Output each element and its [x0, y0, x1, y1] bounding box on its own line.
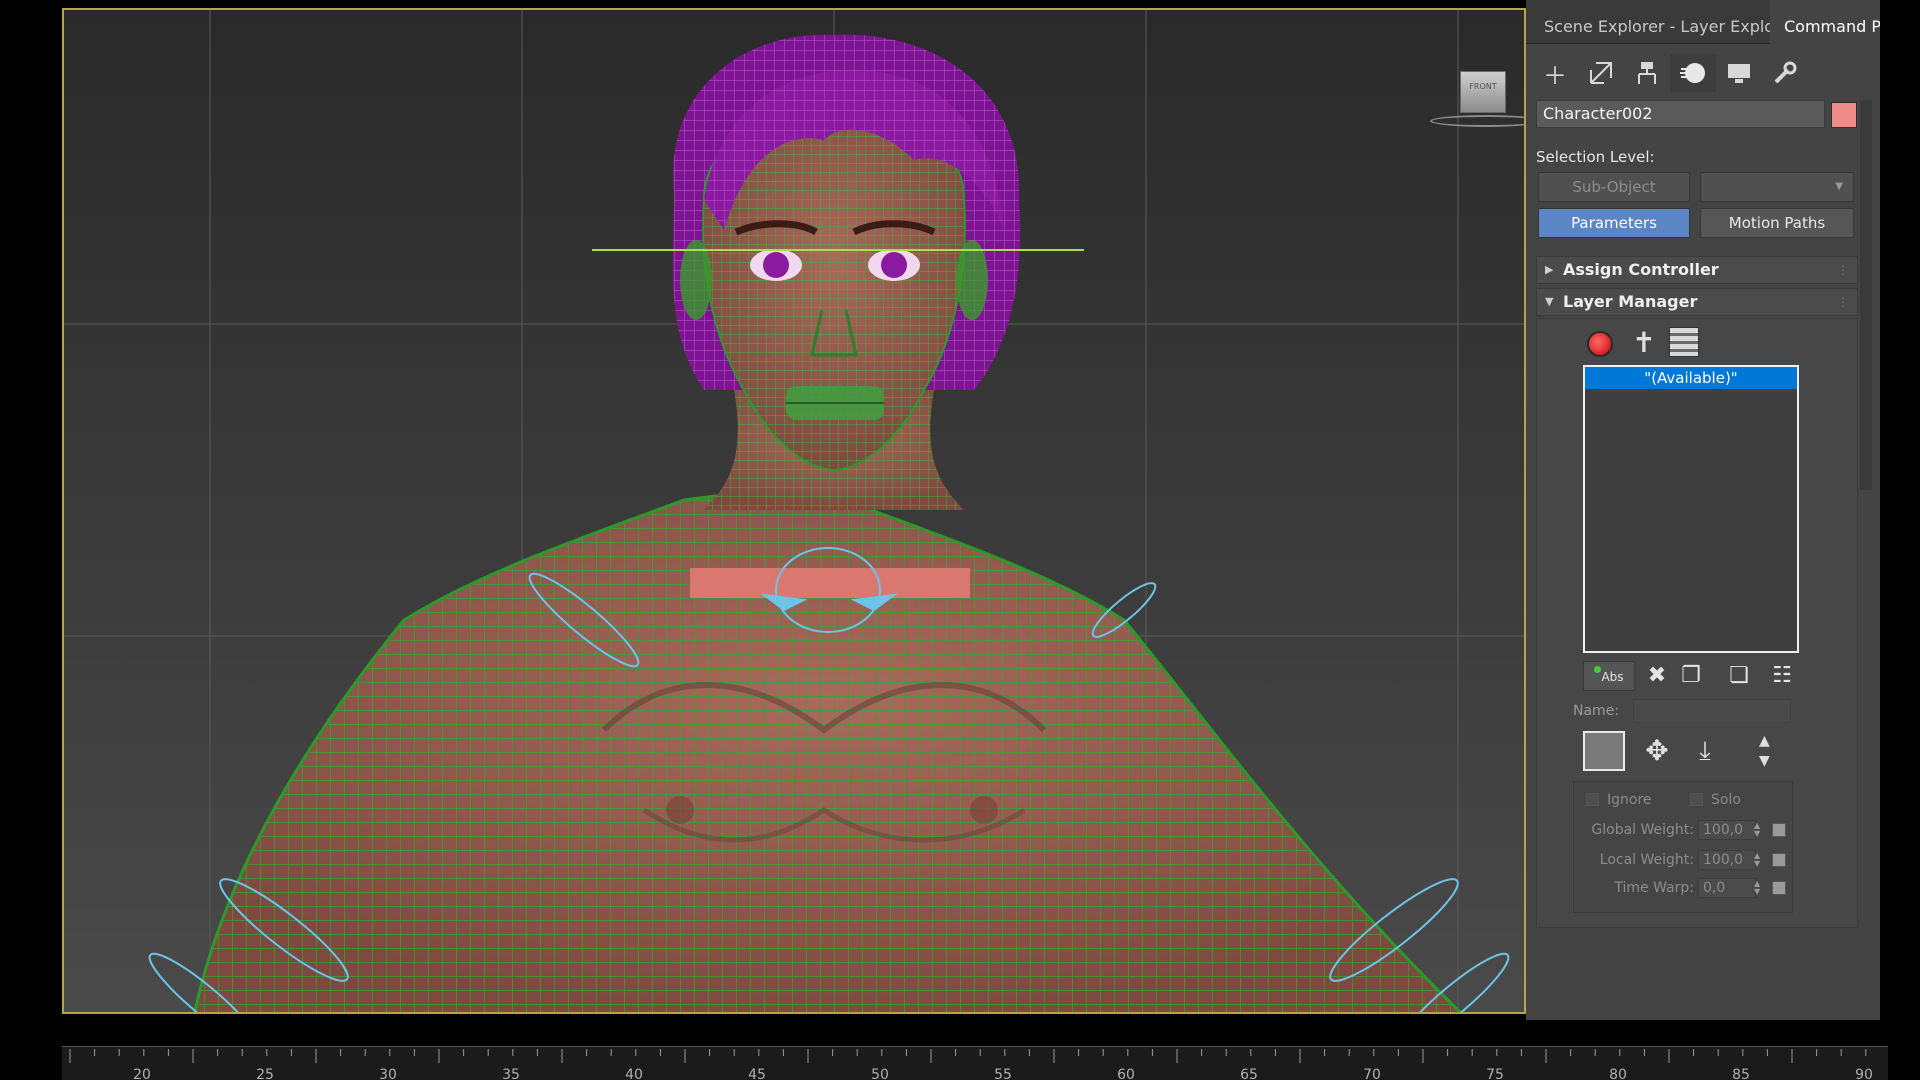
spinner-arrows-icon[interactable]: ▲ ▼	[1754, 852, 1760, 868]
ignore-checkbox[interactable]: Ignore	[1586, 792, 1652, 808]
timeline-ruler[interactable]: 20 25 30 35 40 45 50 55 60 65 70 75 80 85 90	[62, 1046, 1888, 1080]
spinner-arrows-icon[interactable]: ▲ ▼	[1754, 880, 1760, 896]
move-layer-icon[interactable]: ✥	[1639, 733, 1675, 769]
local-weight-spinner[interactable]: 100,0	[1698, 850, 1756, 870]
add-layer-abs-button[interactable]: Abs	[1583, 661, 1635, 691]
motion-paths-button[interactable]: Motion Paths	[1700, 208, 1854, 238]
utilities-icon[interactable]	[1762, 54, 1808, 92]
parameters-button[interactable]: Parameters	[1538, 208, 1690, 238]
command-panel: Scene Explorer - Layer Explorer Command …	[1526, 0, 1880, 1020]
timeline-tick-label: 40	[625, 1067, 643, 1080]
timeline-tick-label: 35	[502, 1067, 520, 1080]
save-layer-icon[interactable]: ⤓	[1687, 733, 1723, 769]
timeline-tick-label: 45	[748, 1067, 766, 1080]
front-viewport[interactable]: FRONT	[62, 8, 1526, 1014]
sub-object-button[interactable]: Sub-Object	[1538, 172, 1690, 202]
rollout-title: Assign Controller	[1563, 260, 1719, 279]
timeline-tick-label: 50	[871, 1067, 889, 1080]
move-down-arrow-icon[interactable]: ▼	[1759, 753, 1770, 769]
global-weight-spinner[interactable]: 100,0	[1698, 820, 1756, 840]
abs-label: Abs	[1601, 670, 1624, 684]
tab-command-panel[interactable]: Command Par	[1770, 0, 1880, 44]
modify-icon[interactable]	[1578, 54, 1624, 92]
character-mesh-render	[64, 10, 1524, 1012]
panel-tab-bar: Scene Explorer - Layer Explorer Command …	[1526, 0, 1880, 44]
collapse-layer-icon[interactable]: ☷	[1765, 661, 1799, 691]
enable-layers-record-icon[interactable]	[1583, 327, 1617, 361]
global-weight-label: Global Weight:	[1591, 822, 1694, 838]
timeline-tick-label: 20	[133, 1067, 151, 1080]
timeline-tick-label: 90	[1855, 1067, 1873, 1080]
time-warp-row: Time Warp: 0,0 ▲ ▼	[1574, 878, 1794, 900]
local-weight-row: Local Weight: 100,0 ▲ ▼	[1574, 850, 1794, 872]
delete-layer-icon[interactable]: ✖	[1641, 661, 1673, 691]
chevron-down-icon: ▼	[1835, 181, 1843, 192]
paste-layer-icon[interactable]: ❏	[1723, 661, 1755, 691]
view-cube[interactable]: FRONT	[1424, 65, 1524, 135]
layer-list-toolbar: Abs ✖ ❐ ❏ ☷	[1583, 659, 1803, 693]
panel-scrollbar[interactable]	[1860, 100, 1872, 490]
rollout-grip-icon[interactable]: ⋮	[1837, 289, 1849, 315]
local-weight-label: Local Weight:	[1599, 852, 1694, 868]
create-icon[interactable]: ＋	[1532, 54, 1578, 92]
rollout-layer-manager[interactable]: ▼ Layer Manager ⋮	[1536, 288, 1858, 316]
layer-name-input[interactable]	[1633, 699, 1791, 723]
layer-list[interactable]: "(Available)"	[1583, 365, 1799, 653]
timeline-tick-label: 85	[1732, 1067, 1750, 1080]
layer-manager-body: ✝ "(Available)" Abs ✖ ❐ ❏ ☷ Name: ✥ ⤓ ▲ …	[1536, 318, 1858, 928]
display-icon[interactable]	[1716, 54, 1762, 92]
timeline-tick-label: 60	[1117, 1067, 1135, 1080]
spinner-arrows-icon[interactable]: ▲ ▼	[1754, 822, 1760, 838]
tab-scene-explorer[interactable]: Scene Explorer - Layer Explorer	[1544, 0, 1797, 44]
timeline-tick-label: 55	[994, 1067, 1012, 1080]
timeline-tick-label: 25	[256, 1067, 274, 1080]
time-warp-spinner[interactable]: 0,0	[1698, 878, 1756, 898]
hierarchy-icon[interactable]	[1624, 54, 1670, 92]
rollout-assign-controller[interactable]: ▶ Assign Controller ⋮	[1536, 256, 1858, 284]
curve-editor-icon[interactable]	[1772, 823, 1786, 837]
layer-color-swatch[interactable]	[1583, 731, 1625, 771]
expanded-triangle-icon: ▼	[1545, 295, 1554, 308]
command-panel-toolbar: ＋	[1532, 54, 1872, 94]
ignore-label: Ignore	[1607, 792, 1652, 808]
timeline-tick-label: 30	[379, 1067, 397, 1080]
solo-checkbox[interactable]: Solo	[1690, 792, 1741, 808]
timeline-tick-label: 65	[1240, 1067, 1258, 1080]
curve-editor-icon[interactable]	[1772, 853, 1786, 867]
solo-label: Solo	[1711, 792, 1741, 808]
timeline-tick-label: 70	[1363, 1067, 1381, 1080]
view-cube-compass-ring[interactable]	[1430, 115, 1524, 127]
collapsed-triangle-icon: ▶	[1545, 263, 1554, 276]
rollout-title: Layer Manager	[1563, 292, 1698, 311]
curve-editor-icon[interactable]	[1772, 881, 1786, 895]
layer-weights-group: Ignore Solo Global Weight: 100,0 ▲ ▼ Loca…	[1573, 781, 1793, 913]
time-warp-label: Time Warp:	[1614, 880, 1694, 896]
layer-name-label: Name:	[1573, 703, 1620, 719]
motion-icon[interactable]	[1670, 54, 1716, 92]
object-color-swatch[interactable]	[1831, 102, 1857, 128]
layer-properties-icon[interactable]	[1667, 325, 1701, 359]
select-active-controllers-figure-icon[interactable]: ✝	[1627, 325, 1661, 359]
timeline-tick-label: 80	[1609, 1067, 1627, 1080]
global-weight-row: Global Weight: 100,0 ▲ ▼	[1574, 820, 1794, 842]
timeline-tick-label: 75	[1486, 1067, 1504, 1080]
sub-object-dropdown[interactable]: ▼	[1700, 172, 1854, 202]
move-up-arrow-icon[interactable]: ▲	[1759, 733, 1770, 749]
list-item[interactable]: "(Available)"	[1585, 367, 1797, 389]
selection-level-label: Selection Level:	[1536, 148, 1655, 166]
view-cube-front-face[interactable]: FRONT	[1460, 71, 1506, 113]
object-name-field[interactable]: Character002	[1536, 100, 1825, 128]
timeline-ticks: 20 25 30 35 40 45 50 55 60 65 70 75 80 85 90	[69, 1049, 1873, 1080]
copy-layer-icon[interactable]: ❐	[1675, 661, 1707, 691]
rollout-grip-icon[interactable]: ⋮	[1837, 257, 1849, 283]
